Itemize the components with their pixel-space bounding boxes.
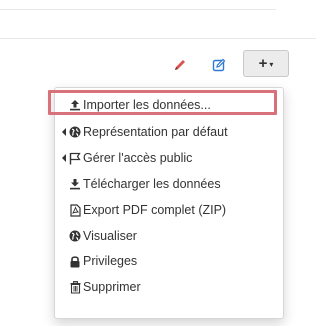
menu-item-export-pdf[interactable]: Export PDF complet (ZIP) xyxy=(55,198,283,222)
menu-item-label: Visualiser xyxy=(83,229,137,243)
row-divider-top xyxy=(0,9,276,10)
submenu-caret-icon xyxy=(62,128,66,136)
menu-item-label: Export PDF complet (ZIP) xyxy=(83,203,227,217)
menu-item-label: Représentation par défaut xyxy=(83,125,228,139)
menu-item-default-representation[interactable]: Représentation par défaut xyxy=(55,120,283,144)
trash-icon xyxy=(69,280,81,294)
add-dropdown-button[interactable]: + ▾ xyxy=(243,50,289,77)
menu-item-label: Privileges xyxy=(83,254,138,268)
edit-square-icon xyxy=(212,58,226,72)
download-icon xyxy=(69,177,81,191)
edit-pencil-button[interactable] xyxy=(168,53,192,77)
pdf-file-icon xyxy=(69,203,81,217)
plus-icon: + xyxy=(258,55,268,72)
menu-item-delete[interactable]: Supprimer xyxy=(55,275,283,299)
row-divider xyxy=(0,38,316,39)
highlight-box xyxy=(48,90,277,115)
edit-form-button[interactable] xyxy=(206,53,232,77)
menu-item-label: Télécharger les données xyxy=(83,177,221,191)
submenu-caret-icon xyxy=(62,154,66,162)
globe-icon xyxy=(69,229,81,243)
actions-dropdown-menu: Importer les données... Représentation p… xyxy=(54,87,284,319)
menu-item-label: Supprimer xyxy=(83,280,141,294)
chevron-down-icon: ▾ xyxy=(269,60,274,69)
pencil-icon xyxy=(175,60,185,70)
menu-item-manage-public-access[interactable]: Gérer l'accès public xyxy=(55,146,283,170)
globe-icon xyxy=(69,125,81,139)
flag-icon xyxy=(69,151,81,165)
menu-item-privileges[interactable]: Privileges xyxy=(55,249,283,273)
menu-item-visualize[interactable]: Visualiser xyxy=(55,224,283,248)
lock-icon xyxy=(69,254,81,268)
menu-item-label: Gérer l'accès public xyxy=(83,151,193,165)
menu-item-download-data[interactable]: Télécharger les données xyxy=(55,172,283,196)
